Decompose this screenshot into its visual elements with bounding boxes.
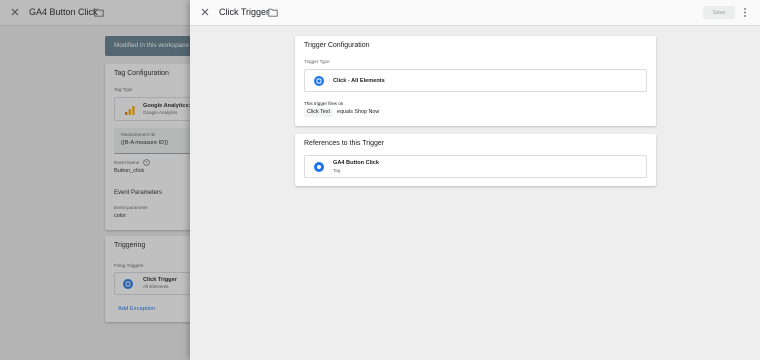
reference-item[interactable]: GA4 Button Click Tag: [304, 155, 647, 178]
close-icon[interactable]: [199, 6, 211, 18]
save-button[interactable]: Save: [703, 6, 735, 19]
trigger-type-label: Trigger Type: [304, 59, 330, 64]
references-heading: References to this Trigger: [304, 140, 385, 147]
condition-text: equals Shop Now: [337, 109, 380, 115]
background-scrim[interactable]: [0, 0, 190, 360]
references-panel: References to this Trigger GA4 Button Cl…: [295, 134, 656, 186]
trigger-type-box[interactable]: Click - All Elements: [304, 69, 647, 92]
trigger-icon: [314, 76, 324, 86]
trigger-editor-header: Click Trigger Save: [190, 0, 760, 26]
tag-icon: [314, 162, 324, 172]
trigger-configuration-heading: Trigger Configuration: [304, 42, 370, 49]
reference-name: GA4 Button Click: [333, 160, 379, 166]
trigger-configuration-panel[interactable]: Trigger Configuration Trigger Type Click…: [295, 36, 656, 126]
trigger-type-value: Click - All Elements: [333, 78, 385, 84]
condition-variable-chip: Click Text: [304, 108, 333, 117]
folder-icon[interactable]: [268, 8, 278, 17]
more-vert-icon[interactable]: [742, 7, 748, 18]
trigger-title: Click Trigger: [219, 7, 270, 17]
reference-type: Tag: [333, 168, 341, 173]
fires-on-label: This trigger fires on: [304, 101, 344, 106]
trigger-editor-sheet: Click Trigger Save Trigger Configuration…: [190, 0, 760, 360]
